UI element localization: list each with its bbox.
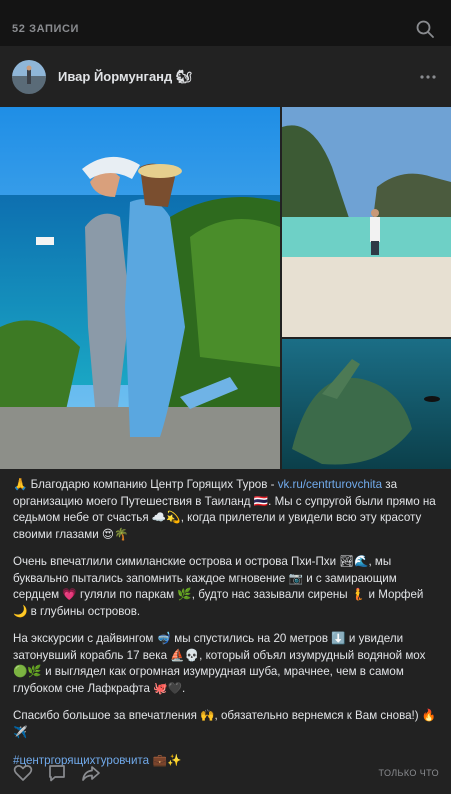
share-icon[interactable] [80, 762, 102, 784]
search-icon[interactable] [415, 19, 435, 39]
post-text: 🙏 Благодарю компанию Центр Горящих Туров… [13, 476, 441, 781]
more-horizontal-icon[interactable] [419, 74, 437, 80]
post-card: Ивар Йормунганд 🐿 🙏 Благодарю компанию Ц… [0, 46, 451, 794]
post-author-row: Ивар Йормунганд 🐿 [0, 46, 451, 108]
post-paragraph-1: 🙏 Благодарю компанию Центр Горящих Туров… [13, 477, 436, 541]
photo-couple-kiss[interactable] [0, 107, 280, 469]
comment-icon[interactable] [46, 762, 68, 784]
photo-shipwreck-dive[interactable] [282, 339, 451, 469]
post-paragraph-3: На экскурсии с дайвингом 🤿 мы спустились… [13, 632, 426, 695]
post-timestamp: ТОЛЬКО ЧТО [378, 768, 439, 778]
avatar[interactable] [12, 60, 46, 94]
post-link[interactable]: vk.ru/centrturovchita [278, 478, 382, 491]
post-actions: ТОЛЬКО ЧТО [12, 762, 439, 784]
like-icon[interactable] [12, 762, 34, 784]
post-paragraph-4: Спасибо большое за впечатления 🙌, обязат… [13, 709, 437, 739]
post-paragraph-2: Очень впечатлили симиланские острова и о… [13, 555, 424, 618]
author-name[interactable]: Ивар Йормунганд 🐿 [58, 69, 419, 85]
wall-page: 52 ЗАПИСИ Ивар Йормунганд 🐿 🙏 Благодарю … [0, 0, 451, 794]
post-photo-grid [0, 107, 451, 469]
photo-beach-island[interactable] [282, 107, 451, 337]
post-count: 52 ЗАПИСИ [12, 22, 80, 35]
